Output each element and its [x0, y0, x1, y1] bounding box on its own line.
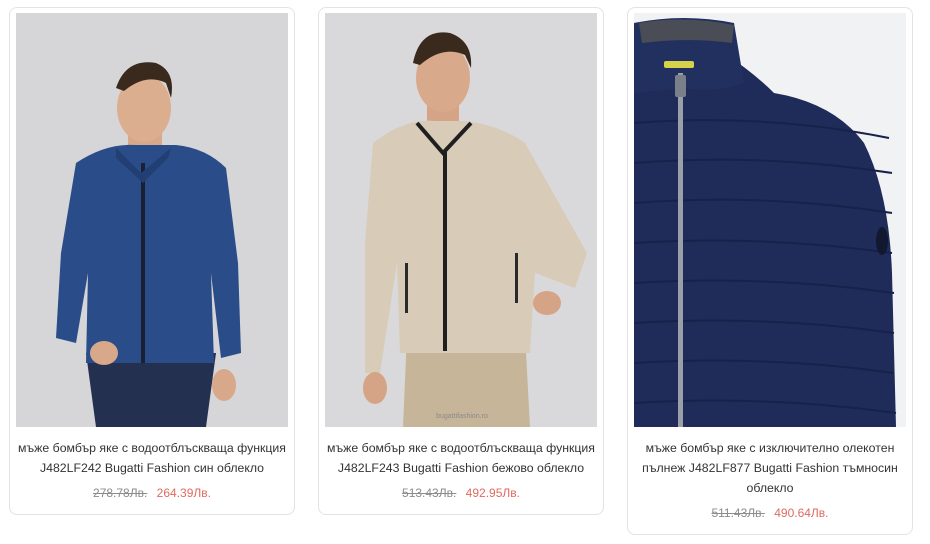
product-card[interactable]: мъже бомбър яке с изключително олекотен … [627, 7, 913, 535]
product-card[interactable]: bugattifashion.ro мъже бомбър яке с водо… [318, 7, 604, 515]
product-image[interactable] [16, 13, 288, 427]
product-title[interactable]: мъже бомбър яке с водоотблъскваща функци… [327, 438, 595, 478]
navy-puffer-jacket-closeup-photo [634, 13, 906, 427]
image-watermark: bugattifashion.ro [436, 413, 488, 420]
product-image[interactable]: bugattifashion.ro [325, 13, 597, 427]
product-info: мъже бомбър яке с водоотблъскваща функци… [327, 438, 595, 502]
product-info: мъже бомбър яке с изключително олекотен … [636, 438, 904, 522]
product-title[interactable]: мъже бомбър яке с изключително олекотен … [636, 438, 904, 498]
old-price: 511.43Лв. [711, 506, 765, 520]
old-price: 513.43Лв. [402, 486, 457, 500]
product-image[interactable] [634, 13, 906, 427]
price-row: 513.43Лв. 492.95Лв. [327, 484, 595, 502]
price-row: 511.43Лв. 490.64Лв. [636, 504, 904, 522]
sale-price: 492.95Лв. [465, 486, 520, 500]
product-info: мъже бомбър яке с водоотблъскваща функци… [18, 438, 286, 502]
product-title[interactable]: мъже бомбър яке с водоотблъскваща функци… [18, 438, 286, 478]
sale-price: 264.39Лв. [156, 486, 211, 500]
beige-bomber-jacket-photo: bugattifashion.ro [325, 13, 597, 427]
sale-price: 490.64Лв. [774, 506, 829, 520]
blue-bomber-jacket-photo [16, 13, 288, 427]
price-row: 278.78Лв. 264.39Лв. [18, 484, 286, 502]
product-card[interactable]: мъже бомбър яке с водоотблъскваща функци… [9, 7, 295, 515]
old-price: 278.78Лв. [93, 486, 148, 500]
